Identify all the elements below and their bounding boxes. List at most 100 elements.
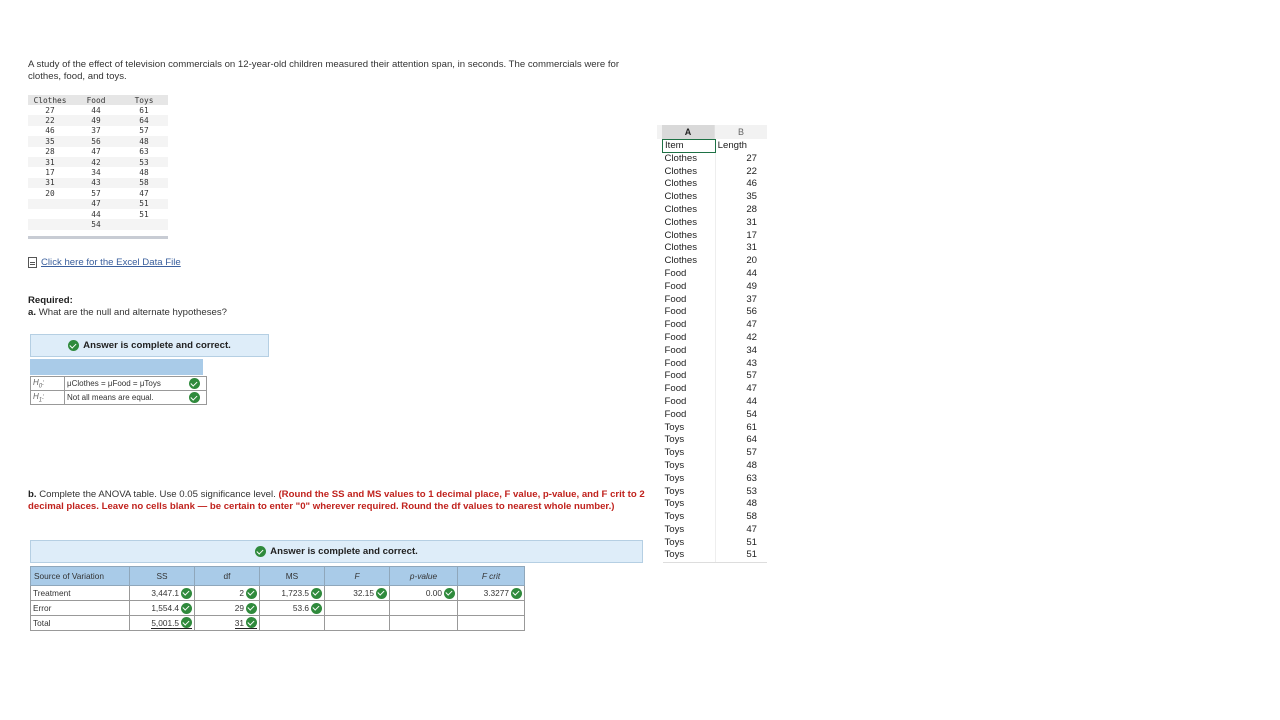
excel-cell-length[interactable]: 46 xyxy=(715,178,767,191)
excel-cell-length[interactable]: 51 xyxy=(715,549,767,563)
excel-cell-length[interactable]: 53 xyxy=(715,485,767,498)
excel-row: Toys 58 xyxy=(662,510,768,524)
excel-cell-item[interactable]: Clothes xyxy=(662,229,716,243)
anova-input-df[interactable]: 31 xyxy=(235,618,244,628)
anova-input-df[interactable]: 2 xyxy=(239,588,244,598)
excel-cell-item[interactable]: Food xyxy=(662,408,716,422)
excel-cell-item[interactable]: Food xyxy=(662,293,716,307)
excel-cell-item[interactable]: Toys xyxy=(662,510,716,524)
excel-cell-length[interactable]: 22 xyxy=(715,165,767,178)
table-cell: 27 xyxy=(45,105,55,115)
excel-cell-length[interactable]: 57 xyxy=(715,447,767,460)
excel-cell-length[interactable]: 63 xyxy=(715,472,767,485)
excel-cell-item[interactable]: Toys xyxy=(662,472,716,486)
excel-cell-length[interactable]: 42 xyxy=(715,332,767,345)
excel-row: Toys 63 xyxy=(662,472,768,486)
excel-cell-length[interactable]: 44 xyxy=(715,268,767,281)
anova-input-ms[interactable]: 53.6 xyxy=(293,603,309,613)
excel-cell-item[interactable]: Food xyxy=(662,382,716,396)
col-header-clothes: Clothes xyxy=(28,95,72,105)
check-icon xyxy=(246,617,257,628)
hypothesis-row-null: H0: μClothes = μFood = μToys xyxy=(30,376,207,391)
excel-cell-length[interactable]: 61 xyxy=(715,421,767,434)
anova-input-fcrit[interactable]: 3.3277 xyxy=(484,588,509,598)
excel-cell-item[interactable]: Clothes xyxy=(662,203,716,217)
table-cell: 44 xyxy=(91,209,101,219)
question-a: a. What are the null and alternate hypot… xyxy=(28,307,227,318)
excel-cell-length[interactable]: 31 xyxy=(715,242,767,255)
excel-cell-item[interactable]: Toys xyxy=(662,549,716,563)
anova-empty-cell xyxy=(324,600,390,616)
table-cell: 47 xyxy=(139,188,149,198)
excel-cell-length[interactable]: 27 xyxy=(715,153,767,166)
excel-cell-length[interactable]: 35 xyxy=(715,191,767,204)
excel-cell-item[interactable]: Food xyxy=(662,357,716,371)
excel-cell-length[interactable]: 49 xyxy=(715,280,767,293)
excel-row: Food 57 xyxy=(662,370,768,383)
excel-cell-length[interactable]: 47 xyxy=(715,383,767,396)
anova-input-ms[interactable]: 1,723.5 xyxy=(281,588,309,598)
anova-input-df[interactable]: 29 xyxy=(235,603,244,613)
table-row: 28 47 63 xyxy=(28,147,168,157)
excel-cell-length[interactable]: 56 xyxy=(715,306,767,319)
excel-cell-length[interactable]: 44 xyxy=(715,396,767,409)
excel-cell-item[interactable]: Food xyxy=(662,395,716,409)
h1-value[interactable]: Not all means are equal. xyxy=(64,390,182,405)
excel-cell-item[interactable]: Toys xyxy=(662,434,716,447)
excel-cell-item[interactable]: Toys xyxy=(662,421,716,435)
excel-cell-length[interactable]: 43 xyxy=(715,357,767,370)
excel-cell-length[interactable]: 54 xyxy=(715,408,767,421)
excel-cell-length[interactable]: 37 xyxy=(715,293,767,306)
excel-cell-item[interactable]: Clothes xyxy=(662,216,716,230)
excel-cell-length[interactable]: 34 xyxy=(715,344,767,357)
excel-cell-length[interactable]: 28 xyxy=(715,204,767,217)
excel-col-a[interactable]: A xyxy=(662,125,715,139)
excel-cell-item[interactable]: Toys xyxy=(662,446,716,460)
excel-cell-length[interactable]: 31 xyxy=(715,216,767,229)
table-cell xyxy=(120,219,168,230)
anova-row-label: Treatment xyxy=(30,585,130,601)
excel-cell-length[interactable]: 48 xyxy=(715,498,767,511)
excel-cell-item[interactable]: Food xyxy=(662,331,716,345)
table-cell: 51 xyxy=(139,209,149,219)
excel-cell-item[interactable]: Food xyxy=(662,267,716,281)
excel-cell-item[interactable]: Toys xyxy=(662,536,716,550)
excel-cell-length[interactable]: 48 xyxy=(715,460,767,473)
excel-data-link[interactable]: Click here for the Excel Data File xyxy=(28,257,181,268)
h0-value[interactable]: μClothes = μFood = μToys xyxy=(64,376,182,391)
excel-cell-item[interactable]: Food xyxy=(662,280,716,294)
excel-cell-item[interactable]: Food xyxy=(662,318,716,332)
excel-cell-item[interactable]: Toys xyxy=(662,498,716,511)
excel-col-b[interactable]: B xyxy=(715,125,767,139)
anova-input-p[interactable]: 0.00 xyxy=(426,588,442,598)
excel-cell-item[interactable]: Clothes xyxy=(662,242,716,255)
excel-cell-length[interactable]: 17 xyxy=(715,229,767,242)
excel-cell-item[interactable]: Clothes xyxy=(662,254,716,268)
excel-cell-length[interactable]: 58 xyxy=(715,511,767,524)
excel-cell-item[interactable]: Clothes xyxy=(662,152,716,166)
excel-row: Food 34 xyxy=(662,344,768,358)
anova-input-ss[interactable]: 1,554.4 xyxy=(151,603,179,613)
excel-cell-length[interactable]: 51 xyxy=(715,536,767,549)
excel-cell-length[interactable]: 57 xyxy=(715,370,767,383)
excel-cell-length-header[interactable]: Length xyxy=(715,140,767,153)
excel-cell-item[interactable]: Clothes xyxy=(662,178,716,191)
table-cell: 49 xyxy=(72,115,120,126)
anova-input-f[interactable]: 32.15 xyxy=(353,588,374,598)
excel-cell-length[interactable]: 47 xyxy=(715,319,767,332)
excel-cell-item[interactable]: Food xyxy=(662,370,716,383)
excel-cell-item[interactable]: Toys xyxy=(662,523,716,537)
excel-cell-length[interactable]: 47 xyxy=(715,524,767,537)
excel-cell-item[interactable]: Toys xyxy=(662,459,716,473)
anova-input-ss[interactable]: 3,447.1 xyxy=(151,588,179,598)
excel-cell-length[interactable]: 64 xyxy=(715,434,767,447)
excel-cell-length[interactable]: 20 xyxy=(715,255,767,268)
excel-cell-item[interactable]: Toys xyxy=(662,485,716,499)
excel-cell-item[interactable]: Clothes xyxy=(662,165,716,179)
excel-cell-item-header[interactable]: Item xyxy=(662,139,716,153)
excel-link-label[interactable]: Click here for the Excel Data File xyxy=(41,257,181,268)
excel-cell-item[interactable]: Clothes xyxy=(662,190,716,204)
anova-input-ss[interactable]: 5,001.5 xyxy=(151,618,179,628)
excel-cell-item[interactable]: Food xyxy=(662,306,716,319)
excel-cell-item[interactable]: Food xyxy=(662,344,716,358)
